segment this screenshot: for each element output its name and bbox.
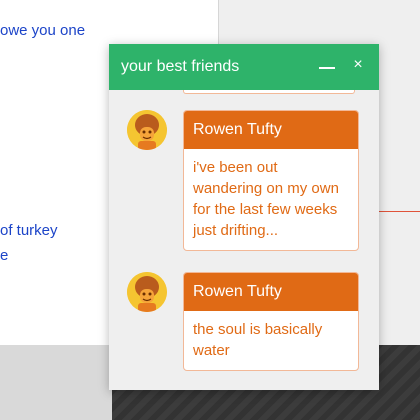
previous-message-bubble (183, 90, 355, 94)
chat-header[interactable]: your best friends × (109, 44, 379, 90)
message-list[interactable]: Rowen Tufty i've been out wandering on m… (109, 90, 379, 390)
doc-text-line: e (0, 247, 9, 264)
doc-text-line: owe you one (0, 22, 86, 39)
close-icon[interactable]: × (347, 54, 369, 76)
message-text: the soul is basically water (193, 321, 323, 359)
doc-text-line: of turkey (0, 222, 58, 239)
message-bubble: Rowen Tufty the soul is basically water (183, 272, 359, 371)
avatar[interactable] (127, 110, 167, 150)
chat-title: your best friends (121, 58, 240, 75)
avatar[interactable] (127, 272, 167, 312)
message-sender: Rowen Tufty (184, 111, 358, 149)
divider-line (378, 211, 420, 212)
message-text: i've been out wandering on my own for th… (193, 159, 339, 239)
message-bubble: Rowen Tufty i've been out wandering on m… (183, 110, 359, 251)
bottom-bar-left (0, 345, 112, 420)
minimize-icon[interactable] (317, 56, 339, 78)
chat-window: your best friends × Rowen Tufty i've bee… (109, 44, 379, 390)
message-sender: Rowen Tufty (184, 273, 358, 311)
